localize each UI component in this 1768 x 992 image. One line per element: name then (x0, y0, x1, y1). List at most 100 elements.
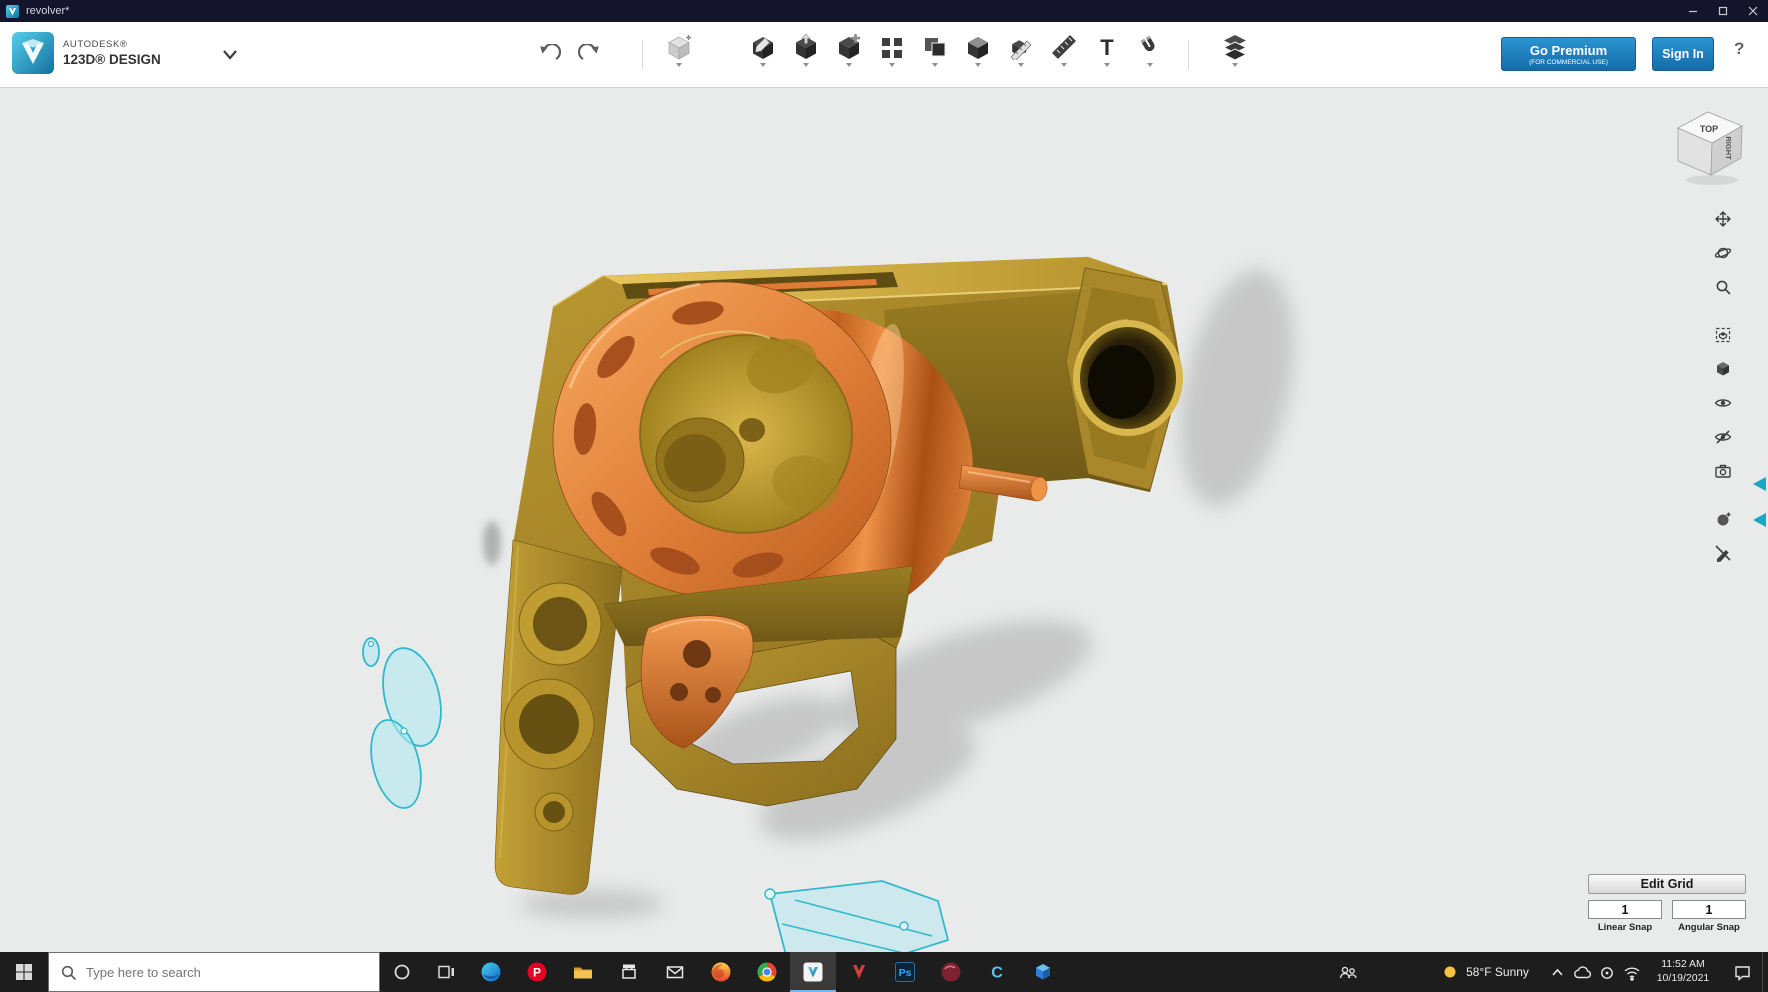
svg-text:C: C (991, 965, 1003, 982)
taskbar-search[interactable] (48, 952, 380, 992)
hide-tool[interactable] (1709, 423, 1737, 451)
primitives-tool[interactable] (660, 30, 698, 76)
taskbar-app-mail[interactable] (652, 952, 698, 992)
cortana-button[interactable] (380, 952, 424, 992)
photoshop-icon: Ps (895, 962, 915, 982)
snap-tool[interactable] (1131, 30, 1169, 76)
redo-button[interactable] (573, 38, 607, 72)
weather-text: 58°F Sunny (1466, 965, 1529, 979)
onedrive-button[interactable] (1569, 952, 1594, 992)
pattern-tool[interactable] (873, 30, 911, 76)
sign-in-button[interactable]: Sign In (1652, 37, 1714, 71)
store-icon (622, 964, 636, 979)
edge-icon (481, 962, 501, 982)
close-button[interactable] (1738, 0, 1768, 22)
taskbar-app-3d-viewer[interactable] (1020, 952, 1066, 992)
linear-snap-input[interactable] (1588, 900, 1662, 919)
task-view-button[interactable] (424, 952, 468, 992)
go-premium-button[interactable]: Go Premium (FOR COMMERCIAL USE) (1501, 37, 1636, 71)
sketch-gun-outline[interactable] (764, 880, 950, 952)
network-icon (1624, 967, 1639, 981)
main-menu-button[interactable] (222, 48, 238, 63)
taskbar-app-chrome[interactable] (744, 952, 790, 992)
close-icon (1748, 6, 1758, 16)
go-premium-sublabel: (FOR COMMERCIAL USE) (1529, 58, 1608, 66)
action-center-button[interactable] (1722, 952, 1762, 992)
hidden-icons-button[interactable] (1544, 952, 1569, 992)
taskbar-app-photoshop[interactable]: Ps (882, 952, 928, 992)
taskbar-app-maroon[interactable] (928, 952, 974, 992)
construct-tool[interactable] (787, 30, 825, 76)
edit-grid-panel: Edit Grid Linear Snap Angular Snap (1588, 874, 1746, 933)
grip-frame[interactable] (494, 539, 623, 895)
taskbar-app-c[interactable]: C (974, 952, 1020, 992)
dropdown-arrow (932, 63, 938, 67)
material-view-tool[interactable] (1709, 505, 1737, 533)
visibility-tool[interactable] (1709, 389, 1737, 417)
show-desktop-button[interactable] (1762, 952, 1768, 992)
linear-snap-label: Linear Snap (1597, 922, 1653, 933)
visibility-icon (1714, 399, 1732, 407)
combine-icon (968, 37, 988, 59)
fit-view-tool[interactable] (1709, 321, 1737, 349)
red-v-icon (853, 965, 865, 979)
tray-app-button[interactable] (1594, 952, 1619, 992)
construct-icon (796, 34, 816, 59)
dropdown-arrow (1104, 63, 1110, 67)
help-button[interactable]: ? (1734, 39, 1744, 59)
minimize-button[interactable] (1678, 0, 1708, 22)
undo-icon (540, 44, 561, 60)
app-toolbar: AUTODESK® 123D® DESIGN T Go Premium (FOR… (0, 22, 1768, 88)
chevron-up-icon (1551, 968, 1563, 976)
hide-icon (1714, 430, 1732, 444)
edit-grid-button[interactable]: Edit Grid (1588, 874, 1746, 894)
taskbar-app-file-explorer[interactable] (560, 952, 606, 992)
network-button[interactable] (1619, 952, 1644, 992)
start-button[interactable] (0, 952, 48, 992)
view-cube-tool[interactable] (1709, 355, 1737, 383)
viewcube-right-label: RIGHT (1724, 136, 1733, 160)
sketch-ellipse-small[interactable] (362, 637, 380, 667)
zoom-tool[interactable] (1709, 273, 1737, 301)
sketch-tool[interactable] (744, 30, 782, 76)
text-tool[interactable]: T (1088, 30, 1126, 76)
viewport-3d[interactable]: TOP RIGHT Edit Grid Linear Snap An (0, 88, 1768, 952)
material-tool[interactable] (1216, 30, 1254, 76)
panel-collapse-arrows[interactable] (1753, 477, 1766, 527)
weather-widget[interactable]: 58°F Sunny (1426, 952, 1544, 992)
combine-tool[interactable] (959, 30, 997, 76)
maximize-button[interactable] (1708, 0, 1738, 22)
pan-tool[interactable] (1709, 205, 1737, 233)
svg-text:T: T (1100, 35, 1114, 60)
angular-snap-input[interactable] (1672, 900, 1746, 919)
taskbar-app-store[interactable] (606, 952, 652, 992)
taskbar-app-red-v[interactable] (836, 952, 882, 992)
view-cube[interactable]: TOP RIGHT (1677, 111, 1743, 185)
svg-text:P: P (533, 966, 541, 980)
taskbar-app-pinterest[interactable]: P (514, 952, 560, 992)
measure-tool[interactable] (1002, 30, 1040, 76)
outline-toggle-tool[interactable] (1709, 539, 1737, 567)
sketch-ellipse-pair[interactable] (363, 642, 450, 813)
snapshot-tool[interactable] (1709, 457, 1737, 485)
search-input[interactable] (86, 964, 379, 980)
modify-tool[interactable] (830, 30, 868, 76)
firefox-icon (711, 962, 731, 982)
taskbar-app-123d-design[interactable] (790, 952, 836, 992)
minimize-icon (1689, 10, 1697, 13)
taskbar-app-firefox[interactable] (698, 952, 744, 992)
undo-button[interactable] (532, 38, 566, 72)
taskbar-app-edge[interactable] (468, 952, 514, 992)
grouping-icon (925, 38, 946, 57)
orbit-tool[interactable] (1709, 239, 1737, 267)
view-tools-panel (1709, 205, 1737, 567)
people-button[interactable] (1328, 952, 1368, 992)
clock-widget[interactable]: 11:52 AM 10/19/2021 (1644, 952, 1722, 992)
ruler-tool[interactable] (1045, 30, 1083, 76)
go-premium-label: Go Premium (1529, 42, 1608, 58)
title-bar: revolver* (0, 0, 1768, 22)
3d-scene[interactable]: TOP RIGHT (0, 88, 1768, 952)
mail-icon (666, 966, 684, 979)
grouping-tool[interactable] (916, 30, 954, 76)
dropdown-arrow (760, 63, 766, 67)
